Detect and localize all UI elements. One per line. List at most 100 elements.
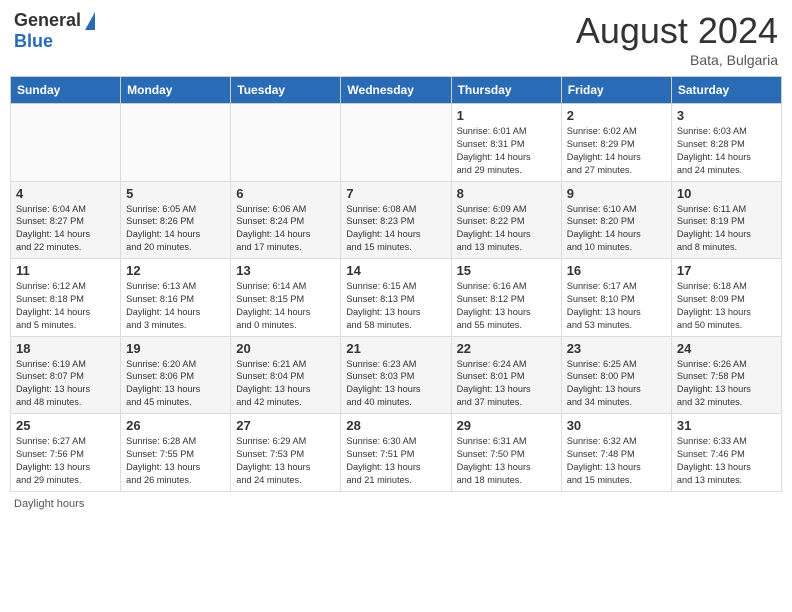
day-number: 1: [457, 108, 556, 123]
day-info: Sunrise: 6:27 AM Sunset: 7:56 PM Dayligh…: [16, 435, 115, 487]
col-header-wednesday: Wednesday: [341, 77, 451, 104]
day-number: 24: [677, 341, 776, 356]
calendar-week-row: 11 Sunrise: 6:12 AM Sunset: 8:18 PM Dayli…: [11, 259, 782, 337]
day-info: Sunrise: 6:28 AM Sunset: 7:55 PM Dayligh…: [126, 435, 225, 487]
logo-blue-text: Blue: [14, 31, 53, 52]
calendar-week-row: 18 Sunrise: 6:19 AM Sunset: 8:07 PM Dayli…: [11, 336, 782, 414]
day-number: 27: [236, 418, 335, 433]
day-info: Sunrise: 6:19 AM Sunset: 8:07 PM Dayligh…: [16, 358, 115, 410]
calendar-day-cell: 16 Sunrise: 6:17 AM Sunset: 8:10 PM Dayli…: [561, 259, 671, 337]
calendar-day-cell: 11 Sunrise: 6:12 AM Sunset: 8:18 PM Dayli…: [11, 259, 121, 337]
calendar-day-cell: 27 Sunrise: 6:29 AM Sunset: 7:53 PM Dayli…: [231, 414, 341, 492]
calendar-day-cell: 6Sunrise: 6:06 AM Sunset: 8:24 PM Daylig…: [231, 181, 341, 259]
day-number: 18: [16, 341, 115, 356]
calendar-day-cell: 25 Sunrise: 6:27 AM Sunset: 7:56 PM Dayli…: [11, 414, 121, 492]
col-header-saturday: Saturday: [671, 77, 781, 104]
calendar-day-cell: 24 Sunrise: 6:26 AM Sunset: 7:58 PM Dayli…: [671, 336, 781, 414]
day-number: 21: [346, 341, 445, 356]
day-info: Sunrise: 6:21 AM Sunset: 8:04 PM Dayligh…: [236, 358, 335, 410]
day-info: Sunrise: 6:18 AM Sunset: 8:09 PM Dayligh…: [677, 280, 776, 332]
calendar-day-cell: [231, 104, 341, 182]
day-info: Sunrise: 6:15 AM Sunset: 8:13 PM Dayligh…: [346, 280, 445, 332]
day-number: 3: [677, 108, 776, 123]
calendar-day-cell: 2 Sunrise: 6:02 AM Sunset: 8:29 PM Daylig…: [561, 104, 671, 182]
day-info: Sunrise: 6:12 AM Sunset: 8:18 PM Dayligh…: [16, 280, 115, 332]
day-info: Sunrise: 6:04 AM Sunset: 8:27 PM Dayligh…: [16, 203, 115, 255]
day-number: 8: [457, 186, 556, 201]
title-area: August 2024 Bata, Bulgaria: [576, 10, 778, 68]
day-info: Sunrise: 6:23 AM Sunset: 8:03 PM Dayligh…: [346, 358, 445, 410]
day-number: 14: [346, 263, 445, 278]
day-number: 25: [16, 418, 115, 433]
day-info: Sunrise: 6:13 AM Sunset: 8:16 PM Dayligh…: [126, 280, 225, 332]
day-info: Sunrise: 6:16 AM Sunset: 8:12 PM Dayligh…: [457, 280, 556, 332]
day-number: 17: [677, 263, 776, 278]
page-header: General Blue August 2024 Bata, Bulgaria: [10, 10, 782, 68]
day-info: Sunrise: 6:26 AM Sunset: 7:58 PM Dayligh…: [677, 358, 776, 410]
day-info: Sunrise: 6:17 AM Sunset: 8:10 PM Dayligh…: [567, 280, 666, 332]
day-info: Sunrise: 6:32 AM Sunset: 7:48 PM Dayligh…: [567, 435, 666, 487]
day-number: 19: [126, 341, 225, 356]
day-info: Sunrise: 6:09 AM Sunset: 8:22 PM Dayligh…: [457, 203, 556, 255]
calendar-day-cell: 18 Sunrise: 6:19 AM Sunset: 8:07 PM Dayli…: [11, 336, 121, 414]
day-info: Sunrise: 6:11 AM Sunset: 8:19 PM Dayligh…: [677, 203, 776, 255]
calendar-day-cell: 8 Sunrise: 6:09 AM Sunset: 8:22 PM Daylig…: [451, 181, 561, 259]
day-info: Sunrise: 6:33 AM Sunset: 7:46 PM Dayligh…: [677, 435, 776, 487]
calendar-day-cell: 15 Sunrise: 6:16 AM Sunset: 8:12 PM Dayli…: [451, 259, 561, 337]
calendar-day-cell: 26Sunrise: 6:28 AM Sunset: 7:55 PM Dayli…: [121, 414, 231, 492]
calendar-day-cell: 9 Sunrise: 6:10 AM Sunset: 8:20 PM Daylig…: [561, 181, 671, 259]
calendar-day-cell: 5 Sunrise: 6:05 AM Sunset: 8:26 PM Daylig…: [121, 181, 231, 259]
calendar-day-cell: 7Sunrise: 6:08 AM Sunset: 8:23 PM Daylig…: [341, 181, 451, 259]
day-number: 16: [567, 263, 666, 278]
day-number: 28: [346, 418, 445, 433]
calendar-day-cell: 17 Sunrise: 6:18 AM Sunset: 8:09 PM Dayli…: [671, 259, 781, 337]
day-info: Sunrise: 6:20 AM Sunset: 8:06 PM Dayligh…: [126, 358, 225, 410]
day-info: Sunrise: 6:08 AM Sunset: 8:23 PM Dayligh…: [346, 203, 445, 255]
day-number: 20: [236, 341, 335, 356]
day-info: Sunrise: 6:10 AM Sunset: 8:20 PM Dayligh…: [567, 203, 666, 255]
calendar-day-cell: 23Sunrise: 6:25 AM Sunset: 8:00 PM Dayli…: [561, 336, 671, 414]
day-number: 22: [457, 341, 556, 356]
calendar-day-cell: [11, 104, 121, 182]
day-info: Sunrise: 6:25 AM Sunset: 8:00 PM Dayligh…: [567, 358, 666, 410]
day-info: Sunrise: 6:06 AM Sunset: 8:24 PM Dayligh…: [236, 203, 335, 255]
day-number: 30: [567, 418, 666, 433]
day-info: Sunrise: 6:24 AM Sunset: 8:01 PM Dayligh…: [457, 358, 556, 410]
col-header-sunday: Sunday: [11, 77, 121, 104]
day-number: 29: [457, 418, 556, 433]
calendar-day-cell: 14 Sunrise: 6:15 AM Sunset: 8:13 PM Dayli…: [341, 259, 451, 337]
day-number: 31: [677, 418, 776, 433]
day-number: 13: [236, 263, 335, 278]
calendar-day-cell: 4 Sunrise: 6:04 AM Sunset: 8:27 PM Daylig…: [11, 181, 121, 259]
day-number: 4: [16, 186, 115, 201]
calendar-table: SundayMondayTuesdayWednesdayThursdayFrid…: [10, 76, 782, 492]
day-info: Sunrise: 6:14 AM Sunset: 8:15 PM Dayligh…: [236, 280, 335, 332]
calendar-day-cell: 30 Sunrise: 6:32 AM Sunset: 7:48 PM Dayli…: [561, 414, 671, 492]
day-number: 9: [567, 186, 666, 201]
day-info: Sunrise: 6:05 AM Sunset: 8:26 PM Dayligh…: [126, 203, 225, 255]
day-number: 2: [567, 108, 666, 123]
calendar-day-cell: 20 Sunrise: 6:21 AM Sunset: 8:04 PM Dayli…: [231, 336, 341, 414]
calendar-day-cell: 22 Sunrise: 6:24 AM Sunset: 8:01 PM Dayli…: [451, 336, 561, 414]
day-number: 11: [16, 263, 115, 278]
calendar-day-cell: 12 Sunrise: 6:13 AM Sunset: 8:16 PM Dayli…: [121, 259, 231, 337]
day-number: 5: [126, 186, 225, 201]
calendar-day-cell: 10Sunrise: 6:11 AM Sunset: 8:19 PM Dayli…: [671, 181, 781, 259]
col-header-tuesday: Tuesday: [231, 77, 341, 104]
day-number: 15: [457, 263, 556, 278]
calendar-week-row: 25 Sunrise: 6:27 AM Sunset: 7:56 PM Dayli…: [11, 414, 782, 492]
day-info: Sunrise: 6:30 AM Sunset: 7:51 PM Dayligh…: [346, 435, 445, 487]
day-number: 12: [126, 263, 225, 278]
day-info: Sunrise: 6:29 AM Sunset: 7:53 PM Dayligh…: [236, 435, 335, 487]
day-info: Sunrise: 6:03 AM Sunset: 8:28 PM Dayligh…: [677, 125, 776, 177]
calendar-day-cell: 28 Sunrise: 6:30 AM Sunset: 7:51 PM Dayli…: [341, 414, 451, 492]
day-info: Sunrise: 6:02 AM Sunset: 8:29 PM Dayligh…: [567, 125, 666, 177]
col-header-thursday: Thursday: [451, 77, 561, 104]
calendar-day-cell: 3 Sunrise: 6:03 AM Sunset: 8:28 PM Daylig…: [671, 104, 781, 182]
calendar-day-cell: 1Sunrise: 6:01 AM Sunset: 8:31 PM Daylig…: [451, 104, 561, 182]
calendar-week-row: 1Sunrise: 6:01 AM Sunset: 8:31 PM Daylig…: [11, 104, 782, 182]
daylight-label: Daylight hours: [14, 498, 84, 510]
day-info: Sunrise: 6:31 AM Sunset: 7:50 PM Dayligh…: [457, 435, 556, 487]
calendar-week-row: 4 Sunrise: 6:04 AM Sunset: 8:27 PM Daylig…: [11, 181, 782, 259]
footer-note: Daylight hours: [10, 498, 782, 510]
